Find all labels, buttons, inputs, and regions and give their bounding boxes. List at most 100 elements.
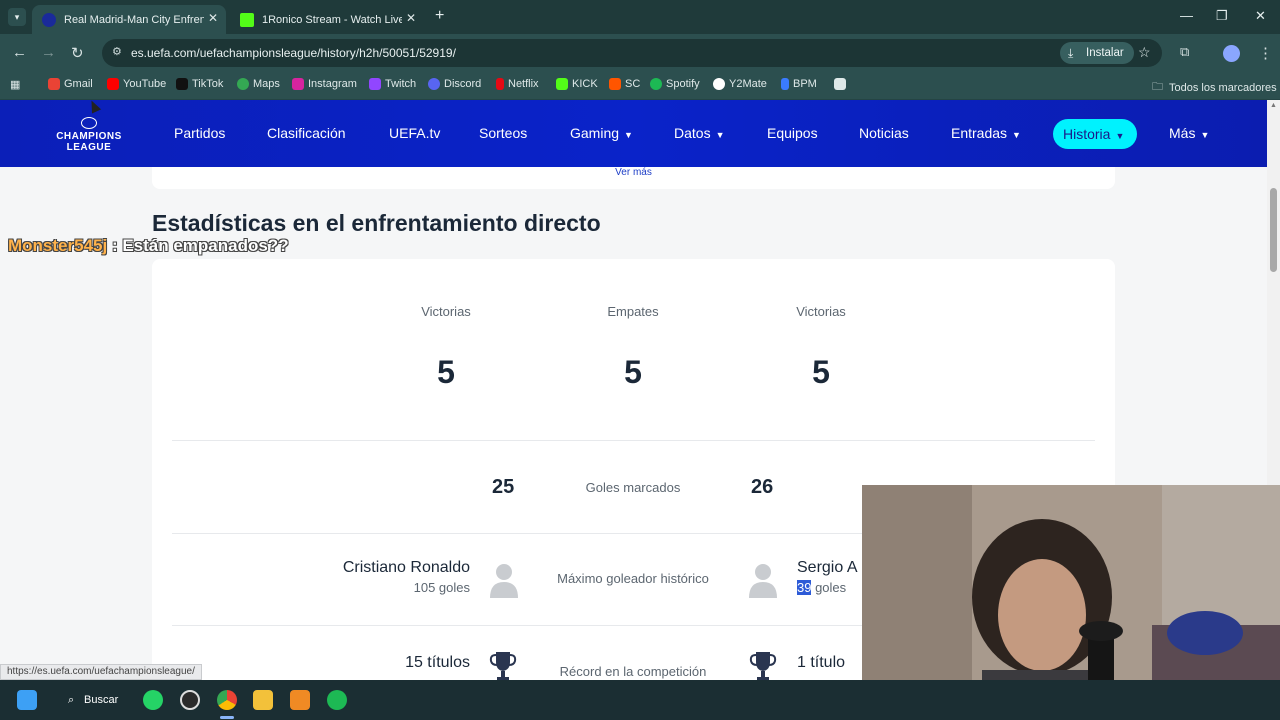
bookmark-label: Gmail [64, 78, 93, 90]
scrollbar-thumb[interactable] [1270, 188, 1277, 272]
bookmark-kick[interactable]: KICK [556, 78, 598, 90]
nav-label: Partidos [174, 125, 226, 141]
draws-value: 5 [624, 354, 642, 390]
youtube-icon [107, 78, 119, 90]
goals-unit: goles [811, 580, 847, 595]
bookmark-label: Discord [444, 78, 482, 90]
site-info-icon[interactable]: ⚙ [112, 45, 122, 58]
gmail-icon [48, 78, 60, 90]
nav-noticias[interactable]: Noticias [859, 125, 909, 141]
tab-real-madrid[interactable]: Real Madrid-Man City Enfrenta ✕ [32, 5, 226, 34]
bookmark-instagram[interactable]: Instagram [292, 78, 357, 90]
previous-section-card: Ver más [152, 167, 1115, 189]
titles-right: 1 título [797, 654, 846, 671]
nav-label: Historia [1063, 126, 1111, 142]
top-scorer-right-name[interactable]: Sergio A [797, 559, 857, 577]
install-app-button[interactable]: ⤓ Instalar [1060, 42, 1134, 64]
windows-taskbar: ⌕ Buscar [0, 680, 1280, 720]
whatsapp-icon[interactable] [143, 690, 163, 710]
ver-mas-link[interactable]: Ver más [152, 167, 1115, 178]
bookmark-tiktok[interactable]: TikTok [176, 78, 223, 90]
goals-left-value: 25 [492, 476, 515, 498]
file-explorer-icon[interactable] [253, 690, 273, 710]
chrome-icon[interactable] [217, 690, 237, 710]
all-bookmarks[interactable]: 🗀 Todos los marcadores [1152, 78, 1277, 97]
soundcloud-icon [609, 78, 621, 90]
bookmark-label: KICK [572, 78, 598, 90]
close-icon[interactable]: ✕ [208, 11, 218, 25]
uefa-favicon-icon [42, 12, 56, 27]
bookmark-gmail[interactable]: Gmail [48, 78, 93, 90]
bookmark-soundcloud[interactable]: SC [609, 78, 640, 90]
chat-message: : Están empanados?? [111, 236, 289, 255]
profile-avatar[interactable] [1223, 45, 1240, 62]
address-bar[interactable]: ⚙ es.uefa.com/uefachampionsleague/histor… [102, 39, 1162, 67]
tab-search-dropdown[interactable]: ▾ [8, 8, 26, 26]
bookmark-label: Instagram [308, 78, 357, 90]
menu-icon[interactable]: ⋮ [1258, 44, 1273, 62]
bookmark-twitch[interactable]: Twitch [369, 78, 416, 90]
divider [172, 440, 1095, 441]
bookmark-youtube[interactable]: YouTube [107, 78, 166, 90]
chevron-down-icon: ▼ [1115, 131, 1125, 141]
nav-entradas[interactable]: Entradas ▼ [951, 125, 1021, 141]
extensions-icon[interactable]: ⧉ [1180, 44, 1189, 60]
windows-start-icon[interactable] [17, 690, 37, 710]
bookmark-y2mate[interactable]: Y2Mate [713, 78, 767, 90]
bookmark-label: Spotify [666, 78, 700, 90]
nav-mas[interactable]: Más ▼ [1169, 125, 1209, 141]
bpm-icon [781, 78, 789, 90]
logo-line-2: LEAGUE [66, 142, 112, 153]
scroll-up-icon[interactable]: ▲ [1270, 102, 1277, 109]
nav-gaming[interactable]: Gaming ▼ [570, 125, 633, 141]
apps-icon[interactable]: ▦ [10, 78, 20, 91]
logo-line-1: CHAMPIONS [56, 131, 122, 142]
nav-sorteos[interactable]: Sorteos [479, 125, 527, 141]
bookmark-extra-icon[interactable] [834, 78, 850, 90]
taskbar-search[interactable]: ⌕ Buscar [58, 688, 128, 712]
nav-label: Entradas [951, 125, 1008, 141]
fl-studio-icon[interactable] [290, 690, 310, 710]
champions-league-logo[interactable]: CHAMPIONS LEAGUE [50, 117, 128, 153]
y2mate-icon [713, 78, 725, 90]
bookmark-discord[interactable]: Discord [428, 78, 481, 90]
nav-label: Clasificación [267, 125, 346, 141]
nav-clasificacion[interactable]: Clasificación [267, 125, 346, 141]
minimize-icon[interactable]: — [1180, 8, 1193, 23]
wins-right-value: 5 [812, 354, 830, 390]
restore-icon[interactable]: ❐ [1216, 8, 1228, 24]
new-tab-button[interactable]: + [435, 7, 444, 25]
nav-uefa-tv[interactable]: UEFA.tv [389, 125, 440, 141]
bookmark-maps[interactable]: Maps [237, 78, 280, 90]
top-scorer-left-name[interactable]: Cristiano Ronaldo [343, 559, 470, 577]
back-icon[interactable]: ← [12, 44, 27, 61]
instagram-icon [292, 78, 304, 90]
bookmark-star-icon[interactable]: ☆ [1138, 44, 1151, 61]
chevron-down-icon: ▼ [715, 130, 725, 140]
install-label: Instalar [1086, 47, 1124, 59]
bookmark-bpm[interactable]: BPM [781, 78, 817, 90]
window-close-icon[interactable]: ✕ [1255, 8, 1266, 24]
nav-equipos[interactable]: Equipos [767, 125, 818, 141]
wins-left-label: Victorias [421, 304, 471, 319]
link-status-bubble: https://es.uefa.com/uefachampionsleague/ [0, 664, 202, 680]
nav-partidos[interactable]: Partidos [174, 125, 225, 141]
nav-historia[interactable]: Historia ▼ [1053, 119, 1137, 149]
bookmark-spotify[interactable]: Spotify [650, 78, 700, 90]
chevron-down-icon: ▼ [624, 130, 633, 140]
nav-datos[interactable]: Datos ▼ [674, 125, 725, 141]
puzzle-icon [834, 78, 846, 90]
obs-icon[interactable] [180, 690, 200, 710]
bookmark-netflix[interactable]: Netflix [496, 78, 539, 90]
maps-icon [237, 78, 249, 90]
forward-icon[interactable]: → [41, 44, 56, 61]
netflix-icon [496, 78, 504, 90]
tab-1ronico-stream[interactable]: 1Ronico Stream - Watch Live o ✕ [230, 5, 424, 34]
reload-icon[interactable]: ↻ [71, 44, 84, 62]
nav-label: Datos [674, 125, 711, 141]
close-icon[interactable]: ✕ [406, 11, 416, 25]
bookmark-label: Maps [253, 78, 280, 90]
draws-label: Empates [607, 304, 659, 319]
spotify-taskbar-icon[interactable] [327, 690, 347, 710]
titles-left: 15 títulos [405, 654, 470, 671]
